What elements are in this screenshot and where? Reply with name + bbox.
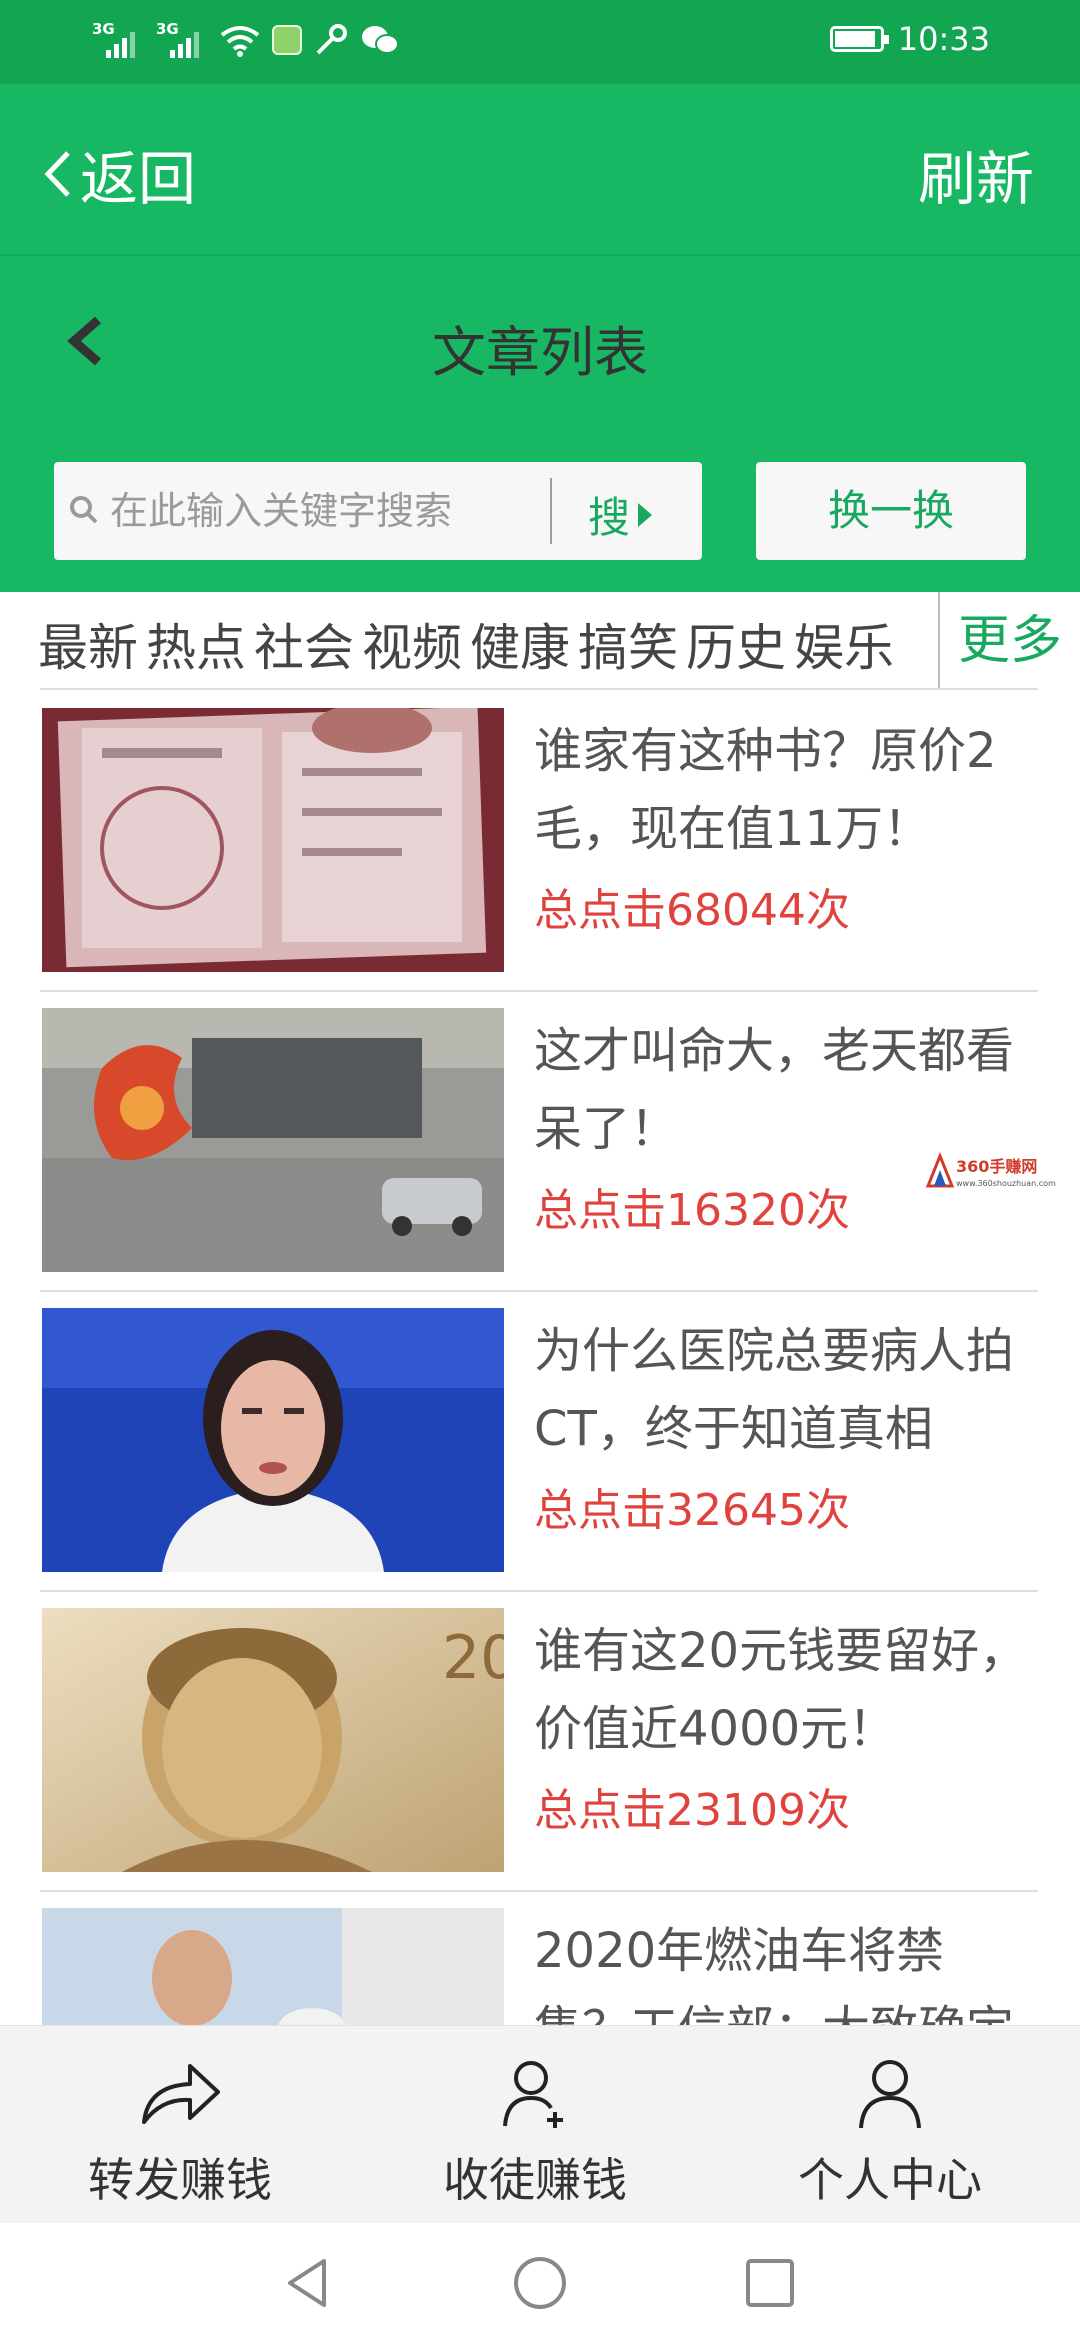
article-list: 谁家有这种书？原价2毛，现在值11万！ 总点击68044次 这才叫命大，老天都看… [0,692,1080,2025]
svg-text:www.360shouzhuan.com: www.360shouzhuan.com [956,1179,1056,1188]
article-title: 为什么医院总要病人拍CT，终于知道真相 [534,1323,1015,1457]
category-tab[interactable]: 热点 [146,608,246,680]
nav-share-earn[interactable]: 转发赚钱 [0,2026,360,2224]
search-button[interactable]: 搜 [588,484,653,545]
svg-text:20: 20 [442,1623,504,1693]
category-tab[interactable]: 社会 [254,608,354,680]
article-title: 2020年燃油车将禁售？工信部：大致确定 [534,1923,1014,2025]
system-navigation-bar [0,2223,1080,2340]
nav-label: 转发赚钱 [88,2153,272,2207]
article-thumbnail [42,1008,504,1272]
status-bar: 3G 3G 10:33 [0,0,1080,84]
article-item[interactable]: 为什么医院总要病人拍CT，终于知道真相 总点击32645次 [0,1292,1080,1592]
search-box: 搜 [54,462,702,560]
category-tab[interactable]: 最新 [38,608,138,680]
article-title: 这才叫命大，老天都看呆了！ [534,1023,1015,1157]
article-item[interactable]: 2020年燃油车将禁售？工信部：大致确定 [0,1892,1080,2025]
svg-text:360手赚网: 360手赚网 [956,1157,1037,1176]
article-title: 谁有这20元钱要留好，价值近4000元！ [534,1623,1028,1757]
chevron-left-icon [44,151,70,197]
clock: 10:33 [897,20,990,58]
add-user-icon [503,2061,563,2128]
divider [40,688,1038,690]
article-thumbnail [42,1308,504,1572]
wechat-icon [362,26,399,54]
back-label: 返回 [80,145,197,213]
nav-label: 个人中心 [798,2153,982,2207]
article-title: 谁家有这种书？原价2毛，现在值11万！ [534,723,997,857]
page-title: 文章列表 [432,321,648,384]
article-thumbnail: 20 [42,1608,504,1872]
search-button-label: 搜 [588,493,631,542]
article-item[interactable]: 20 谁有这20元钱要留好，价值近4000元！ 总点击23109次 [0,1592,1080,1892]
recents-square-icon[interactable] [740,2253,800,2313]
category-tab[interactable]: 健康 [470,608,570,680]
share-icon [142,2064,220,2124]
wifi-icon [220,26,260,57]
status-right: 10:33 [829,20,990,58]
nav-recruit-earn[interactable]: 收徒赚钱 [355,2026,715,2224]
top-bar: 返回 刷新 [0,84,1080,254]
article-thumbnail [42,708,504,972]
user-icon [859,2060,921,2129]
search-divider [550,478,552,544]
play-triangle-icon [638,502,653,527]
article-clicks: 总点击32645次 [534,1485,850,1536]
battery-icon [829,26,889,52]
article-item[interactable]: 这才叫命大，老天都看呆了！ 总点击16320次 [0,992,1080,1292]
category-tab[interactable]: 娱乐 [794,608,894,680]
nav-personal-center[interactable]: 个人中心 [710,2026,1070,2224]
back-triangle-icon[interactable] [278,2253,338,2313]
signal-icon: 3G [92,20,144,60]
home-circle-icon[interactable] [510,2253,570,2313]
bottom-navigation: 转发赚钱 收徒赚钱 个人中心 [0,2025,1080,2223]
watermark-logo: 360手赚网 www.360shouzhuan.com [924,1150,1074,1194]
nav-label: 收徒赚钱 [443,2153,627,2207]
article-clicks: 总点击23109次 [534,1785,850,1836]
article-list-header: 文章列表 搜 换一换 [0,254,1080,592]
article-thumbnail [42,1908,504,2025]
signal-icon: 3G [156,20,208,60]
category-bar: 最新 热点 社会 视频 健康 搞笑 历史 娱乐 更多 [0,592,1080,692]
status-icons: 3G 3G [92,20,400,60]
back-button[interactable]: 返回 [40,132,196,216]
category-tab[interactable]: 历史 [686,608,786,680]
divider [938,592,940,688]
article-clicks: 总点击16320次 [534,1185,850,1236]
more-categories-button[interactable]: 更多 [958,598,1062,673]
category-tab[interactable]: 视频 [362,608,462,680]
swap-button[interactable]: 换一换 [756,462,1026,560]
category-tab[interactable]: 搞笑 [578,608,678,680]
article-clicks: 总点击68044次 [534,885,850,936]
search-icon [70,496,98,524]
category-list: 最新 热点 社会 视频 健康 搞笑 历史 娱乐 [38,608,902,680]
search-input[interactable] [110,462,594,560]
key-icon [316,24,347,55]
refresh-button[interactable]: 刷新 [918,132,1034,216]
article-item[interactable]: 谁家有这种书？原价2毛，现在值11万！ 总点击68044次 [0,692,1080,992]
app-notification-icon [272,25,302,55]
